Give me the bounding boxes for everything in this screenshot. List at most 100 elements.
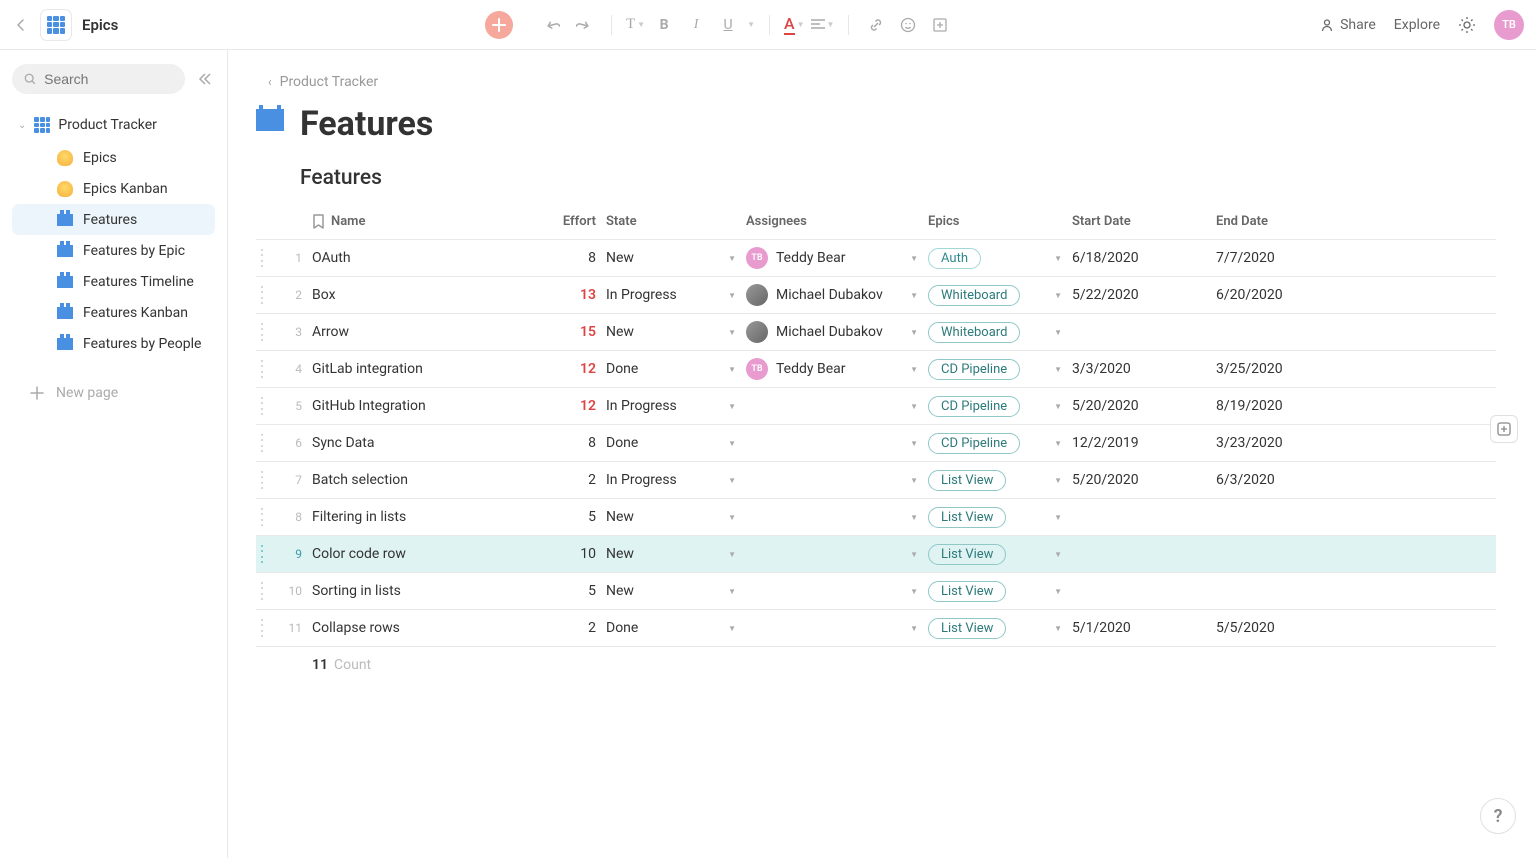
chevron-down-icon[interactable]: ▼ bbox=[910, 439, 918, 448]
cell-name[interactable]: Collapse rows bbox=[312, 620, 552, 636]
cell-effort[interactable]: 12 bbox=[552, 361, 606, 377]
epic-tag[interactable]: List View bbox=[928, 618, 1006, 639]
chevron-down-icon[interactable]: ▼ bbox=[1054, 328, 1062, 337]
cell-effort[interactable]: 8 bbox=[552, 250, 606, 266]
link-button[interactable] bbox=[863, 12, 889, 38]
cell-name[interactable]: Box bbox=[312, 287, 552, 303]
drag-handle[interactable] bbox=[259, 508, 265, 526]
cell-state[interactable]: New▼ bbox=[606, 509, 746, 525]
app-logo[interactable] bbox=[40, 9, 72, 41]
chevron-down-icon[interactable]: ▼ bbox=[1054, 513, 1062, 522]
cell-end-date[interactable]: 8/19/2020 bbox=[1216, 398, 1360, 414]
chevron-down-icon[interactable]: ▼ bbox=[910, 291, 918, 300]
cell-state[interactable]: New▼ bbox=[606, 250, 746, 266]
table-row[interactable]: 5GitHub Integration12In Progress▼▼CD Pip… bbox=[256, 388, 1496, 425]
cell-name[interactable]: OAuth bbox=[312, 250, 552, 266]
cell-name[interactable]: Batch selection bbox=[312, 472, 552, 488]
drag-handle[interactable] bbox=[259, 545, 265, 563]
cell-state[interactable]: Done▼ bbox=[606, 620, 746, 636]
chevron-down-icon[interactable]: ▼ bbox=[728, 365, 736, 374]
share-button[interactable]: Share bbox=[1320, 17, 1376, 33]
chevron-down-icon[interactable]: ▼ bbox=[1054, 291, 1062, 300]
column-header-name[interactable]: Name bbox=[312, 214, 552, 230]
italic-button[interactable]: I bbox=[683, 12, 709, 38]
text-style-dropdown[interactable]: T▼ bbox=[626, 16, 645, 33]
table-row[interactable]: 1OAuth8New▼TBTeddy Bear▼Auth▼6/18/20207/… bbox=[256, 240, 1496, 277]
new-page-button[interactable]: New page bbox=[12, 377, 215, 409]
chevron-down-icon[interactable]: ▼ bbox=[1054, 587, 1062, 596]
sidebar-item-features-by-people[interactable]: Features by People bbox=[12, 328, 215, 359]
chevron-down-icon[interactable]: ▼ bbox=[910, 402, 918, 411]
sidebar-item-epics[interactable]: Epics bbox=[12, 142, 215, 173]
cell-state[interactable]: Done▼ bbox=[606, 361, 746, 377]
table-row[interactable]: 8Filtering in lists5New▼▼List View▼ bbox=[256, 499, 1496, 536]
cell-start-date[interactable]: 5/20/2020 bbox=[1072, 398, 1216, 414]
breadcrumb[interactable]: ‹ Product Tracker bbox=[268, 74, 1496, 90]
chevron-down-icon[interactable]: ▼ bbox=[1054, 476, 1062, 485]
cell-state[interactable]: In Progress▼ bbox=[606, 472, 746, 488]
epic-tag[interactable]: Auth bbox=[928, 248, 981, 269]
collapse-sidebar-button[interactable] bbox=[195, 69, 215, 89]
chevron-down-icon[interactable]: ▼ bbox=[728, 254, 736, 263]
epic-tag[interactable]: Whiteboard bbox=[928, 322, 1020, 343]
cell-end-date[interactable]: 6/20/2020 bbox=[1216, 287, 1360, 303]
epic-tag[interactable]: CD Pipeline bbox=[928, 433, 1020, 454]
table-row[interactable]: 2Box13In Progress▼Michael Dubakov▼Whiteb… bbox=[256, 277, 1496, 314]
chevron-down-icon[interactable]: ▼ bbox=[728, 587, 736, 596]
emoji-button[interactable] bbox=[895, 12, 921, 38]
chevron-down-icon[interactable]: ▼ bbox=[728, 328, 736, 337]
chevron-down-icon[interactable]: ▼ bbox=[1054, 254, 1062, 263]
chevron-down-icon[interactable]: ▼ bbox=[910, 624, 918, 633]
cell-end-date[interactable]: 5/5/2020 bbox=[1216, 620, 1360, 636]
cell-name[interactable]: Arrow bbox=[312, 324, 552, 340]
cell-state[interactable]: In Progress▼ bbox=[606, 287, 746, 303]
chevron-down-icon[interactable]: ▼ bbox=[1054, 365, 1062, 374]
search-box[interactable] bbox=[12, 64, 185, 94]
cell-start-date[interactable]: 12/2/2019 bbox=[1072, 435, 1216, 451]
cell-name[interactable]: Filtering in lists bbox=[312, 509, 552, 525]
cell-effort[interactable]: 5 bbox=[552, 583, 606, 599]
cell-end-date[interactable]: 3/25/2020 bbox=[1216, 361, 1360, 377]
cell-effort[interactable]: 15 bbox=[552, 324, 606, 340]
align-dropdown[interactable]: ▼ bbox=[811, 19, 835, 31]
cell-effort[interactable]: 2 bbox=[552, 620, 606, 636]
chevron-down-icon[interactable]: ▼ bbox=[728, 402, 736, 411]
chevron-down-icon[interactable]: ▼ bbox=[1054, 439, 1062, 448]
sidebar-item-features-by-epic[interactable]: Features by Epic bbox=[12, 235, 215, 266]
cell-start-date[interactable]: 5/22/2020 bbox=[1072, 287, 1216, 303]
table-row[interactable]: 11Collapse rows2Done▼▼List View▼5/1/2020… bbox=[256, 610, 1496, 647]
epic-tag[interactable]: List View bbox=[928, 581, 1006, 602]
epic-tag[interactable]: CD Pipeline bbox=[928, 359, 1020, 380]
table-row[interactable]: 9Color code row10New▼▼List View▼ bbox=[256, 536, 1496, 573]
cell-name[interactable]: GitLab integration bbox=[312, 361, 552, 377]
chevron-down-icon[interactable]: ▼ bbox=[1054, 402, 1062, 411]
cell-effort[interactable]: 13 bbox=[552, 287, 606, 303]
add-button[interactable] bbox=[485, 11, 513, 39]
cell-end-date[interactable]: 7/7/2020 bbox=[1216, 250, 1360, 266]
column-header-epics[interactable]: Epics bbox=[928, 214, 1072, 229]
column-header-state[interactable]: State bbox=[606, 214, 746, 229]
chevron-down-icon[interactable]: ▼ bbox=[910, 513, 918, 522]
more-format-dropdown[interactable]: ▼ bbox=[747, 20, 755, 29]
back-button[interactable] bbox=[12, 16, 30, 34]
cell-name[interactable]: GitHub Integration bbox=[312, 398, 552, 414]
epic-tag[interactable]: List View bbox=[928, 470, 1006, 491]
explore-button[interactable]: Explore bbox=[1394, 17, 1440, 33]
cell-effort[interactable]: 2 bbox=[552, 472, 606, 488]
column-header-end-date[interactable]: End Date bbox=[1216, 214, 1360, 229]
user-avatar[interactable]: TB bbox=[1494, 10, 1524, 40]
chevron-down-icon[interactable]: ▼ bbox=[728, 476, 736, 485]
epic-tag[interactable]: CD Pipeline bbox=[928, 396, 1020, 417]
sidebar-item-features-timeline[interactable]: Features Timeline bbox=[12, 266, 215, 297]
chevron-down-icon[interactable]: ▼ bbox=[910, 254, 918, 263]
sidebar-item-epics-kanban[interactable]: Epics Kanban bbox=[12, 173, 215, 204]
cell-name[interactable]: Color code row bbox=[312, 546, 552, 562]
chevron-down-icon[interactable]: ▼ bbox=[728, 439, 736, 448]
table-row[interactable]: 10Sorting in lists5New▼▼List View▼ bbox=[256, 573, 1496, 610]
drag-handle[interactable] bbox=[259, 434, 265, 452]
drag-handle[interactable] bbox=[259, 286, 265, 304]
cell-start-date[interactable]: 5/20/2020 bbox=[1072, 472, 1216, 488]
cell-end-date[interactable]: 6/3/2020 bbox=[1216, 472, 1360, 488]
drag-handle[interactable] bbox=[259, 249, 265, 267]
column-header-assignees[interactable]: Assignees bbox=[746, 214, 928, 229]
